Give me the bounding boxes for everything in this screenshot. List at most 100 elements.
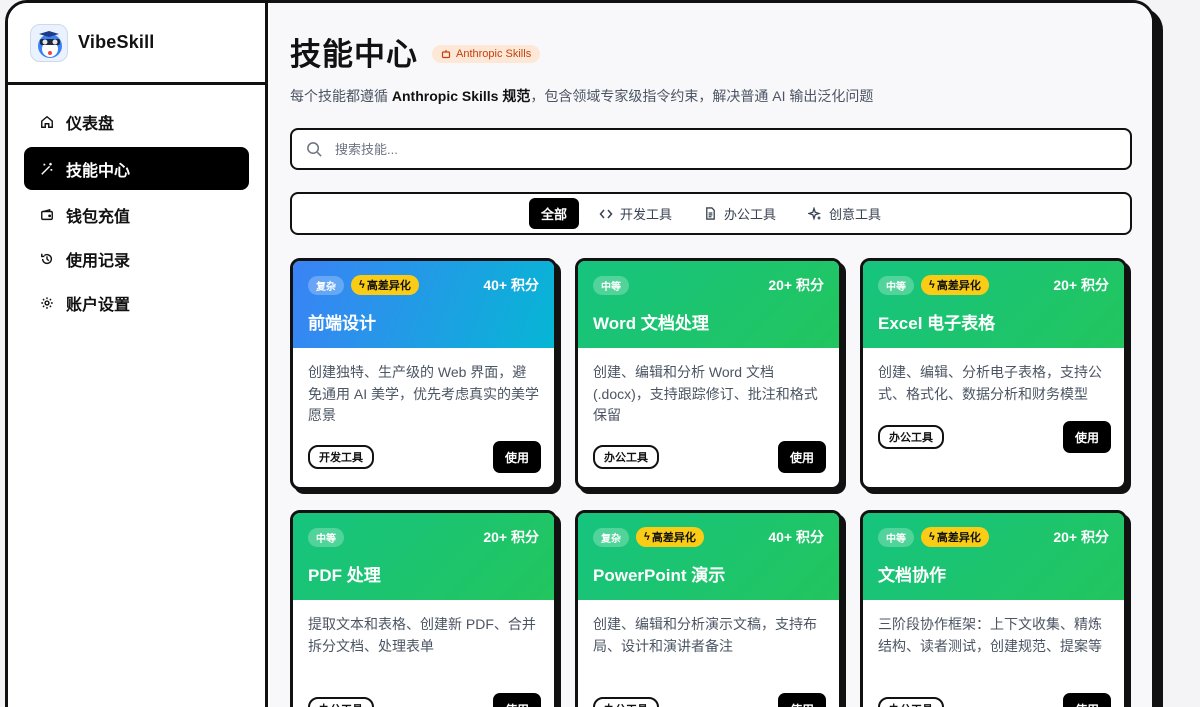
sidebar-item-label: 账户设置	[66, 297, 131, 314]
skill-card-doc-coauthoring[interactable]: 中等 ϟ 高差异化 20+ 积分 文档协作 三阶段协作框架：上下文收集、精炼结构、…	[860, 510, 1127, 707]
complexity-badge: 中等	[878, 275, 914, 295]
differentiation-badge: ϟ 高差异化	[921, 527, 989, 547]
gear-icon	[40, 296, 54, 310]
points-cost: 40+ 积分	[768, 529, 824, 545]
points-cost: 40+ 积分	[483, 277, 539, 293]
app-window: VibeSkill 仪表盘 技能中心 钱包充值 使用记录 账户设置 技能中心 A…	[5, 0, 1155, 707]
lightning-icon: ϟ	[359, 279, 365, 291]
subtitle-text: 每个技能都遵循	[290, 88, 392, 104]
search-icon	[307, 141, 322, 157]
sidebar-item-history[interactable]: 使用记录	[24, 240, 249, 278]
card-description: 创建、编辑和分析 Word 文档 (.docx)，支持跟踪修订、批注和格式保留	[593, 364, 818, 423]
badge-label: Anthropic Skills	[456, 47, 532, 60]
card-description: 三阶段协作框架：上下文收集、精炼结构、读者测试，创建规范、提案等	[878, 616, 1102, 654]
sidebar-item-label: 钱包充值	[66, 209, 131, 226]
card-header: 中等 ϟ 高差异化 20+ 积分 文档协作	[863, 513, 1124, 600]
card-footer: 办公工具 使用	[593, 441, 826, 473]
diff-label: 高差异化	[936, 280, 981, 292]
use-button[interactable]: 使用	[493, 441, 541, 473]
use-button[interactable]: 使用	[493, 693, 541, 707]
category-tag: 办公工具	[593, 445, 659, 469]
home-icon	[40, 115, 54, 129]
sidebar-item-skills[interactable]: 技能中心	[24, 147, 249, 190]
complexity-badge: 中等	[878, 527, 914, 547]
sidebar-item-dashboard[interactable]: 仪表盘	[24, 103, 249, 141]
sidebar-item-label: 仪表盘	[66, 116, 115, 133]
sidebar-item-settings[interactable]: 账户设置	[24, 284, 249, 322]
category-tag: 办公工具	[878, 697, 944, 707]
card-header: 中等 ϟ 高差异化 20+ 积分 Excel 电子表格	[863, 261, 1124, 348]
robot-icon	[441, 49, 451, 58]
search-input[interactable]	[335, 141, 1077, 157]
diff-label: 高差异化	[366, 280, 411, 292]
category-tag: 办公工具	[878, 425, 944, 449]
category-tag: 开发工具	[308, 445, 374, 469]
filter-all[interactable]: 全部	[528, 198, 579, 229]
card-header: 复杂 ϟ 高差异化 40+ 积分 前端设计	[293, 261, 554, 348]
use-button[interactable]: 使用	[778, 693, 826, 707]
category-tag: 办公工具	[593, 697, 659, 707]
page-title: 技能中心	[290, 37, 418, 72]
card-title: PDF 处理	[308, 566, 381, 585]
skill-card-word[interactable]: 中等 20+ 积分 Word 文档处理 创建、编辑和分析 Word 文档 (.d…	[575, 258, 842, 490]
card-footer: 办公工具 使用	[308, 693, 541, 707]
sidebar-item-label: 技能中心	[66, 162, 131, 180]
wand-icon	[40, 162, 54, 176]
document-icon	[706, 207, 715, 220]
use-button[interactable]: 使用	[1063, 421, 1111, 453]
card-footer: 开发工具 使用	[308, 441, 541, 473]
lightning-icon: ϟ	[929, 531, 935, 543]
card-title: PowerPoint 演示	[593, 566, 726, 585]
points-cost: 20+ 积分	[768, 277, 824, 293]
main-content: 技能中心 Anthropic Skills 每个技能都遵循 Anthropic …	[270, 3, 1152, 707]
card-title: 前端设计	[308, 314, 376, 333]
skill-card-frontend-design[interactable]: 复杂 ϟ 高差异化 40+ 积分 前端设计 创建独特、生产级的 Web 界面，避免…	[290, 258, 557, 490]
subtitle-bold: Anthropic Skills 规范	[391, 88, 531, 104]
sparkle-icon	[808, 206, 822, 221]
history-icon	[40, 252, 54, 266]
filter-label: 创意工具	[829, 207, 882, 222]
complexity-badge: 中等	[308, 527, 344, 547]
card-footer: 办公工具 使用	[878, 693, 1111, 707]
filter-dev-tools[interactable]: 开发工具	[587, 198, 684, 229]
points-cost: 20+ 积分	[483, 529, 539, 545]
differentiation-badge: ϟ 高差异化	[351, 275, 419, 295]
card-header: 中等 20+ 积分 Word 文档处理	[578, 261, 839, 348]
complexity-badge: 复杂	[308, 275, 344, 295]
search-bar	[290, 128, 1132, 170]
wallet-icon	[40, 208, 54, 222]
filter-office-tools[interactable]: 办公工具	[692, 198, 788, 229]
differentiation-badge: ϟ 高差异化	[921, 275, 989, 295]
skills-grid: 复杂 ϟ 高差异化 40+ 积分 前端设计 创建独特、生产级的 Web 界面，避免…	[290, 258, 1132, 707]
sidebar: VibeSkill 仪表盘 技能中心 钱包充值 使用记录 账户设置	[8, 3, 268, 707]
card-description: 创建独特、生产级的 Web 界面，避免通用 AI 美学，优先考虑真实的美学愿景	[308, 364, 540, 423]
use-button[interactable]: 使用	[778, 441, 826, 473]
code-icon	[599, 209, 613, 218]
brand[interactable]: VibeSkill	[8, 3, 265, 85]
card-title: 文档协作	[878, 566, 946, 585]
lightning-icon: ϟ	[644, 531, 650, 543]
card-description: 创建、编辑和分析演示文稿，支持布局、设计和演讲者备注	[593, 616, 817, 654]
filter-label: 办公工具	[724, 207, 777, 222]
skill-card-pdf[interactable]: 中等 20+ 积分 PDF 处理 提取文本和表格、创建新 PDF、合并拆分文档、…	[290, 510, 557, 707]
card-footer: 办公工具 使用	[593, 693, 826, 707]
card-footer: 办公工具 使用	[878, 421, 1111, 453]
diff-label: 高差异化	[651, 532, 696, 544]
card-title: Excel 电子表格	[878, 314, 996, 333]
complexity-badge: 中等	[593, 275, 629, 295]
skill-card-powerpoint[interactable]: 复杂 ϟ 高差异化 40+ 积分 PowerPoint 演示 创建、编辑和分析演示…	[575, 510, 842, 707]
differentiation-badge: ϟ 高差异化	[636, 527, 704, 547]
card-title: Word 文档处理	[593, 314, 709, 333]
category-filter-bar: 全部 开发工具 办公工具 创意工具	[290, 192, 1132, 235]
complexity-badge: 复杂	[593, 527, 629, 547]
sidebar-item-wallet[interactable]: 钱包充值	[24, 196, 249, 234]
subtitle-text-end: ，包含领域专家级指令约束，解决普通 AI 输出泛化问题	[530, 88, 874, 104]
points-cost: 20+ 积分	[1053, 277, 1109, 293]
skill-card-excel[interactable]: 中等 ϟ 高差异化 20+ 积分 Excel 电子表格 创建、编辑、分析电子表格，…	[860, 258, 1127, 490]
card-description: 提取文本和表格、创建新 PDF、合并拆分文档、处理表单	[308, 616, 536, 654]
use-button[interactable]: 使用	[1063, 693, 1111, 707]
card-header: 中等 20+ 积分 PDF 处理	[293, 513, 554, 600]
diff-label: 高差异化	[936, 532, 981, 544]
filter-creative-tools[interactable]: 创意工具	[796, 198, 893, 229]
card-header: 复杂 ϟ 高差异化 40+ 积分 PowerPoint 演示	[578, 513, 839, 600]
